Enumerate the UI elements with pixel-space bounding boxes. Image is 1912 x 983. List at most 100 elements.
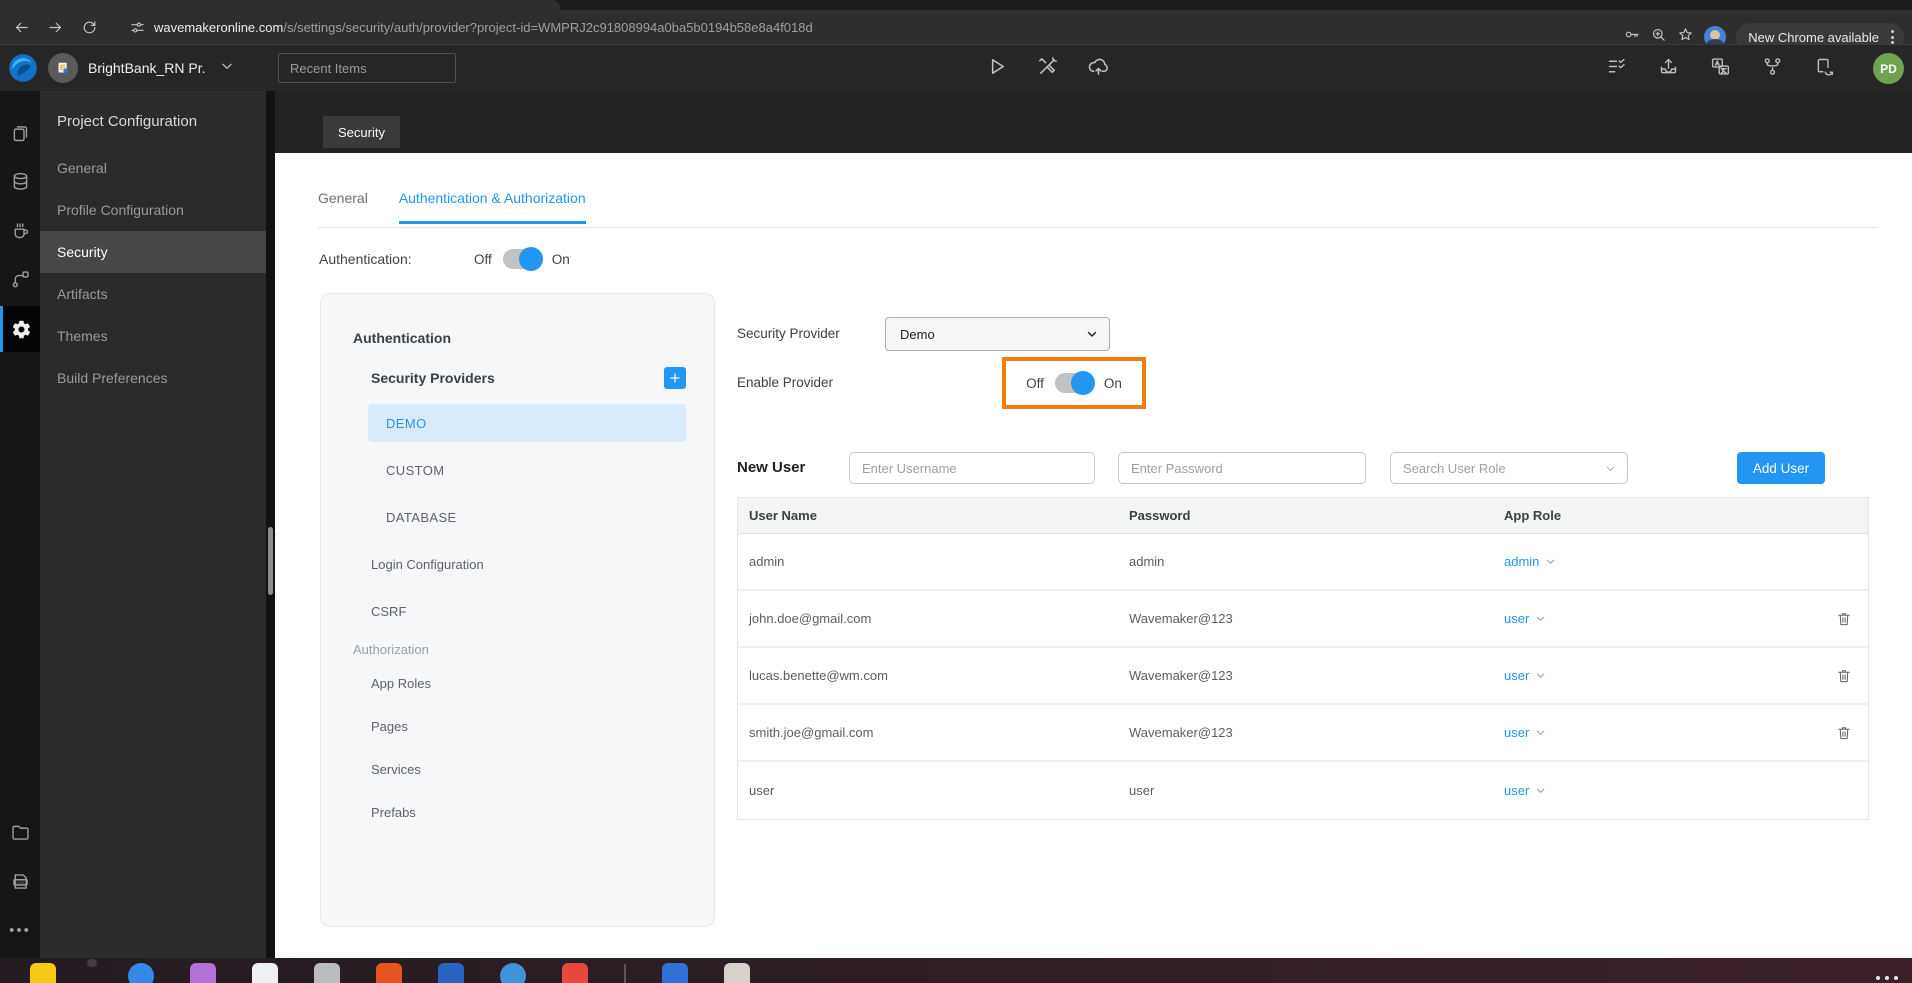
add-provider-button[interactable] [664,367,686,389]
app-role-dropdown[interactable]: user [1504,611,1834,626]
dock-app-archive-manager[interactable] [724,963,750,983]
site-settings-icon[interactable] [120,13,154,41]
sidebar-item-general[interactable]: General [40,147,266,189]
export-icon[interactable] [1658,56,1679,82]
tab-authentication-authorization[interactable]: Authentication & Authorization [398,190,586,224]
user-initials: PD [1880,61,1897,76]
dock-app-thunderbird[interactable] [128,963,154,983]
sidebar-item-security[interactable]: Security [40,231,266,273]
more-options-icon[interactable]: ••• [0,908,40,952]
auth-nav-csrf[interactable]: CSRF [371,592,686,630]
auth-nav-provider-demo[interactable]: DEMO [368,404,686,442]
delete-user-icon[interactable] [1834,609,1854,629]
app-role-dropdown[interactable]: admin [1504,554,1834,569]
user-role-select[interactable]: Search User Role [1390,452,1628,484]
authorization-nav-services[interactable]: Services [371,750,686,788]
dock-app-gimp[interactable] [30,963,56,983]
forward-icon[interactable] [38,13,72,41]
sidebar-item-artifacts[interactable]: Artifacts [40,273,266,315]
java-services-icon[interactable] [0,208,40,252]
tabs-divider [318,227,1878,228]
authorization-section-title: Authorization [353,642,429,657]
password-input[interactable] [1118,452,1366,484]
app-role-value: user [1504,783,1530,798]
authentication-toggle[interactable] [502,247,543,271]
dock-app-rhythmbox[interactable] [314,963,340,983]
recent-items-dropdown[interactable]: Recent Items [278,53,456,83]
dock-app-text-editor[interactable] [252,963,278,983]
dock-app-files[interactable] [190,963,216,983]
cell-password: Wavemaker@123 [1129,725,1233,740]
col-approle: App Role [1504,508,1562,523]
project-selector[interactable]: BrightBank_RN Pr... [48,53,234,83]
reload-icon[interactable] [72,13,106,41]
url-host: wavemakeronline.com [154,19,284,35]
add-user-button[interactable]: Add User [1737,452,1825,484]
provider-list: DEMO CUSTOM DATABASE [368,404,686,536]
app-role-dropdown[interactable]: user [1504,668,1834,683]
database-icon[interactable] [0,159,40,203]
wavemaker-logo [9,54,37,82]
url-bar[interactable]: wavemakeronline.com/s/settings/security/… [120,13,813,41]
role-chevron-down-icon [1547,559,1555,564]
tab-general[interactable]: General [318,190,368,224]
run-icon[interactable] [985,55,1008,83]
cell-username: john.doe@gmail.com [749,611,872,626]
left-icon-rail: LOG ••• [0,91,40,958]
file-sync-icon[interactable] [1814,56,1835,82]
dock-app-builder[interactable] [662,963,688,983]
table-row: john.doe@gmail.com Wavemaker@123 user [738,591,1868,648]
git-branch-icon[interactable] [1762,56,1783,82]
dock-app-mail[interactable] [562,963,588,983]
main-dark-header: Security [275,91,1912,153]
delete-user-icon[interactable] [1834,666,1854,686]
deploy-cloud-icon[interactable] [1087,55,1110,83]
workspace: LOG ••• Project Configuration General Pro… [0,91,1912,958]
authorization-nav-pages[interactable]: Pages [371,707,686,745]
dock-divider [624,964,626,983]
security-header-tab[interactable]: Security [323,116,400,148]
settings-gear-icon[interactable] [0,306,40,352]
auth-nav-login-configuration[interactable]: Login Configuration [371,545,686,583]
authorization-nav-app-roles[interactable]: App Roles [371,664,686,702]
apis-icon[interactable] [0,257,40,301]
dock-app-help[interactable] [500,963,526,983]
sidebar-item-build-preferences[interactable]: Build Preferences [40,357,266,399]
settings-tabs: General Authentication & Authorization [318,190,586,224]
app-role-dropdown[interactable]: user [1504,725,1834,740]
back-icon[interactable] [4,13,38,41]
sidebar-item-themes[interactable]: Themes [40,315,266,357]
auth-nav-provider-database[interactable]: DATABASE [368,498,686,536]
delete-user-icon[interactable] [1834,723,1854,743]
sidebar-item-profile-configuration[interactable]: Profile Configuration [40,189,266,231]
security-provider-select[interactable]: Demo [885,317,1110,351]
authentication-toggle-off-label: Off [474,251,492,267]
dock-app-writer[interactable] [438,963,464,983]
auth-nav-provider-custom[interactable]: CUSTOM [368,451,686,489]
cell-password: Wavemaker@123 [1129,611,1233,626]
tools-icon[interactable] [1036,55,1059,83]
role-chevron-down-icon [1606,466,1615,471]
auth-section-title: Authentication [353,330,451,346]
file-explorer-icon[interactable] [0,810,40,854]
browser-bar: wavemakeronline.com/s/settings/security/… [0,0,1912,52]
browser-tab-strip [0,0,1912,10]
show-apps-icon[interactable] [1876,976,1898,980]
enable-provider-off-label: Off [1026,375,1044,391]
app-role-dropdown[interactable]: user [1504,783,1834,798]
app-role-value: user [1504,668,1530,683]
dock-app-ubuntu-software[interactable] [376,963,402,983]
user-avatar[interactable]: PD [1873,53,1904,84]
authorization-nav-prefabs[interactable]: Prefabs [371,793,686,831]
cell-username: admin [749,554,785,569]
enable-provider-highlight-box: Off On [1002,357,1146,409]
checklist-icon[interactable] [1606,56,1627,82]
browser-active-tab[interactable] [0,0,560,10]
logs-icon[interactable]: LOG [0,859,40,903]
enable-provider-toggle[interactable] [1054,371,1095,395]
pages-icon[interactable] [0,111,40,155]
scrollbar-thumb[interactable] [268,527,273,595]
translate-icon[interactable] [1710,56,1731,82]
username-input[interactable] [849,452,1095,484]
authentication-toggle-row: Authentication: Off On [319,247,570,271]
